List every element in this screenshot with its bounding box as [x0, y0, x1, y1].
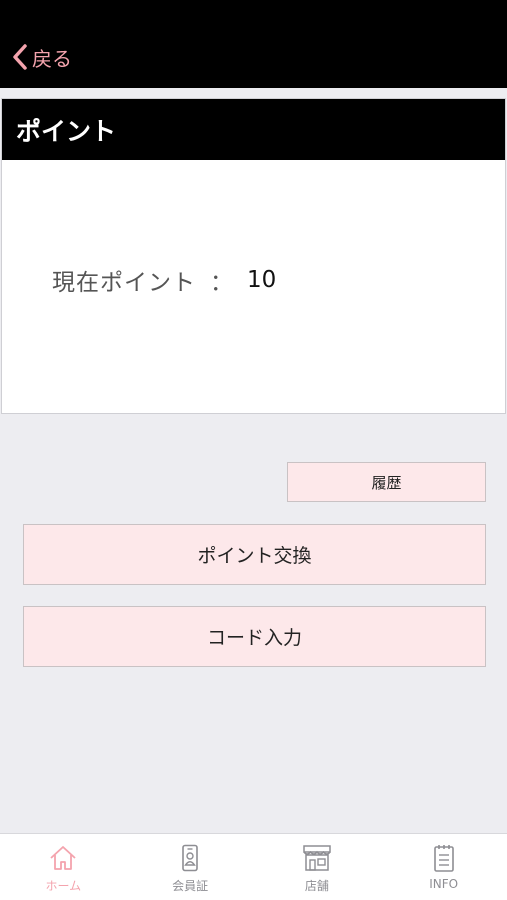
- history-button[interactable]: 履歴: [287, 462, 486, 502]
- tab-home[interactable]: ホーム: [0, 834, 127, 900]
- back-label: 戻る: [32, 46, 72, 71]
- code-input-button[interactable]: コード入力: [23, 606, 486, 667]
- member-card-icon: [175, 844, 205, 877]
- points-card: ポイント 現在ポイント ： 10: [1, 98, 506, 414]
- tab-info-label: INFO: [429, 877, 459, 891]
- points-separator: ：: [210, 270, 233, 296]
- tab-home-label: ホーム: [45, 879, 82, 893]
- store-icon: [301, 844, 333, 877]
- tab-store[interactable]: 店舗: [254, 834, 381, 900]
- point-exchange-button[interactable]: ポイント交換: [23, 524, 486, 585]
- chevron-left-icon: [12, 43, 28, 71]
- home-icon: [48, 844, 78, 877]
- tab-member-card[interactable]: 会員証: [127, 834, 254, 900]
- points-value: 10: [247, 267, 277, 293]
- tab-member-card-label: 会員証: [172, 879, 209, 893]
- points-label: 現在ポイント: [52, 270, 196, 296]
- current-points: 現在ポイント ： 10: [52, 263, 276, 297]
- tab-store-label: 店舗: [304, 879, 329, 893]
- top-navigation-bar: 戻る: [0, 0, 507, 88]
- card-title: ポイント: [2, 99, 505, 160]
- info-list-icon: [429, 844, 459, 877]
- back-button[interactable]: 戻る: [12, 42, 72, 72]
- tab-info[interactable]: INFO: [380, 834, 507, 900]
- bottom-tab-bar: ホーム 会員証 店舗 INFO: [0, 833, 507, 900]
